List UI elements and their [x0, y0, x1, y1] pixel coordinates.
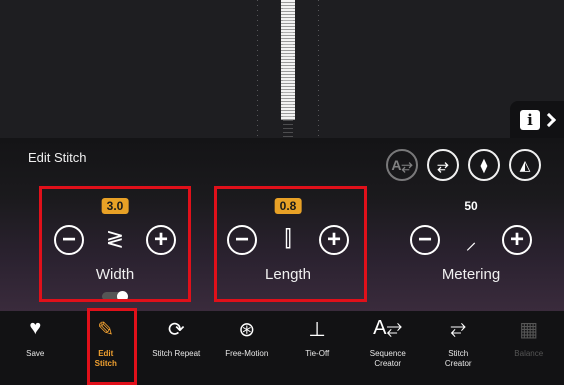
metering-icon: ⸝ [465, 229, 477, 254]
toolbar-stitch-creator[interactable]: ⥂ Stitch Creator [423, 311, 494, 385]
stitch-options-icons: A⥂ ⥂ ⧫ ◭ [386, 149, 541, 181]
toolbar-stitch-repeat[interactable]: ⟳ Stitch Repeat [141, 311, 212, 385]
stitch-pattern-dots [283, 0, 293, 138]
stitch-guide-left [257, 0, 258, 138]
info-icon: i [520, 109, 540, 130]
toolbar-label: Balance [514, 349, 544, 358]
highlight-length [214, 186, 367, 302]
stitch-creator-icon: ⥂ [450, 317, 467, 339]
stitch-preview: i [0, 0, 564, 138]
toolbar-balance[interactable]: ▦ Balance [494, 311, 564, 385]
stitch-guide-right [318, 0, 319, 138]
highlight-edit-stitch [87, 308, 137, 385]
info-tab-button[interactable]: i [510, 101, 564, 138]
chevron-right-icon [541, 112, 557, 127]
flip-horizontal-icon[interactable]: ◭ [509, 149, 541, 181]
highlight-width [39, 186, 191, 302]
metering-decrease-button[interactable]: − [410, 225, 440, 255]
sequence-creator-icon: A⥂ [373, 317, 403, 339]
mirror-text-icon[interactable]: A⥂ [386, 149, 418, 181]
free-motion-icon: ⊛ [238, 319, 256, 341]
toolbar-save[interactable]: ♥ Save [0, 311, 71, 385]
balance-icon: ▦ [519, 319, 539, 341]
toolbar-label: Sequence Creator [369, 349, 406, 368]
toolbar-label: Tie-Off [305, 349, 330, 358]
metering-label: Metering [441, 266, 501, 283]
bottom-toolbar: ♥ Save ✎ Edit Stitch ⟳ Stitch Repeat ⊛ F… [0, 311, 564, 385]
heart-icon: ♥ [29, 317, 42, 339]
tie-off-icon: ⊥ [308, 319, 326, 341]
toolbar-label: Stitch Creator [444, 349, 472, 368]
toolbar-label: Stitch Repeat [152, 349, 201, 358]
toolbar-sequence-creator[interactable]: A⥂ Sequence Creator [353, 311, 424, 385]
metering-control: 50 − ⸝ + Metering [396, 194, 546, 294]
panel-title: Edit Stitch [28, 150, 87, 165]
metering-value: 50 [464, 199, 478, 213]
toolbar-free-motion[interactable]: ⊛ Free-Motion [212, 311, 283, 385]
toolbar-label: Free-Motion [225, 349, 269, 358]
repeat-icon: ⟳ [167, 319, 185, 341]
toolbar-tie-off[interactable]: ⊥ Tie-Off [282, 311, 353, 385]
stitch-program-icon[interactable]: ⥂ [427, 149, 459, 181]
metering-increase-button[interactable]: + [502, 225, 532, 255]
toolbar-label: Save [26, 349, 45, 358]
mirror-vertical-icon[interactable]: ⧫ [468, 149, 500, 181]
